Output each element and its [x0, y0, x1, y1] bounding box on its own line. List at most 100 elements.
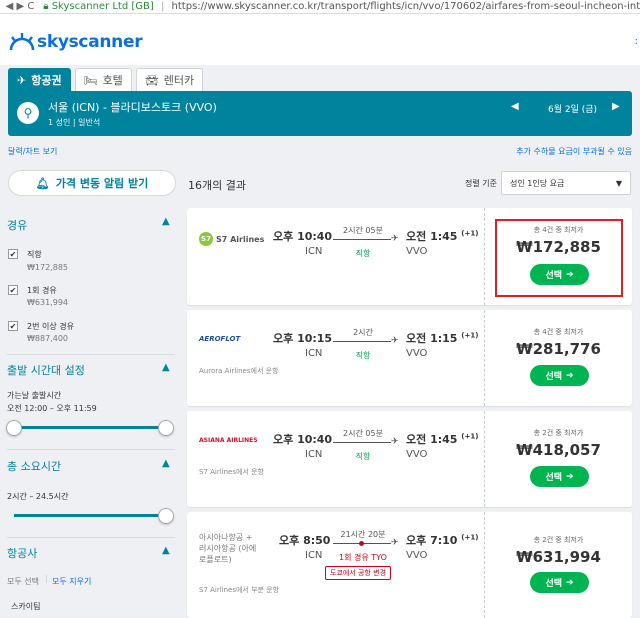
site-identity: Skyscanner Ltd [GB]	[51, 1, 154, 12]
arrival-code: VVO	[406, 348, 428, 359]
divider	[7, 354, 175, 355]
select-button[interactable]: 선택 ➔	[530, 466, 589, 487]
arrival-time: 오전 1:15 (+1)	[406, 330, 478, 346]
arrival-code: VVO	[406, 550, 428, 561]
nav-buttons[interactable]: ◀ ▶ C	[0, 0, 40, 13]
search-summary[interactable]: ⚲ 서울 (ICN) - 블라디보스토크 (VVO) 1 성인 | 일반석 ◀ …	[8, 91, 632, 136]
lock-icon: 🔒︎	[43, 1, 49, 12]
chevron-up-icon[interactable]: ▲	[162, 458, 170, 469]
arrow-right-icon: ➔	[566, 471, 574, 482]
chevron-up-icon[interactable]: ▲	[162, 545, 170, 556]
arrival-time-text: 오전 1:15	[406, 332, 458, 345]
checkbox-one-stop[interactable]: ✔	[8, 285, 18, 295]
airline-name: 아시아나항공 + 러시아항공 (아에로플로트)	[199, 533, 257, 564]
stops-option-label[interactable]: 2번 이상 경유	[27, 321, 74, 332]
select-button[interactable]: 선택 ➔	[530, 264, 589, 285]
prev-date-icon[interactable]: ◀	[511, 101, 519, 112]
airline-name: S7 Airlines	[216, 234, 265, 244]
results-count: 16개의 결과	[188, 179, 246, 192]
duration-range: 2시간 – 24.5시간	[7, 492, 69, 501]
airlines-filter-title[interactable]: 항공사	[7, 545, 37, 561]
s7-logo-icon: S7	[199, 232, 213, 246]
checkbox-two-plus-stops[interactable]: ✔	[8, 321, 18, 331]
fees-link[interactable]: 추가 수하물 요금이 부과될 수 있음	[516, 146, 632, 157]
arrival-time-text: 오후 7:10	[406, 534, 458, 547]
result-card[interactable]: AEROFLOT 오후 10:15 ICN 2시간 ✈ 직항 오전 1:15 (…	[187, 310, 632, 406]
plane-icon: ✈	[391, 437, 399, 447]
sort-label: 정렬 기준	[465, 179, 497, 188]
price: ₩418,057	[516, 441, 601, 459]
tab-label: 호텔	[102, 74, 123, 87]
chevron-up-icon[interactable]: ▲	[162, 216, 170, 227]
airline-alliance-label[interactable]: 스카이팀	[11, 601, 40, 612]
stops-info: 1회 경유 TYO	[339, 553, 387, 562]
search-date[interactable]: 6월 2일 (금)	[548, 102, 597, 115]
departure-time: 오후 10:40	[273, 230, 333, 243]
stops-option-price: ₩172,885	[27, 263, 68, 272]
calendar-chart-link[interactable]: 달력/차트 보기	[8, 146, 57, 157]
deals-count: 총 2건 중 최저가	[533, 536, 584, 544]
airport-change-warning: 도쿄에서 공항 변경	[325, 566, 391, 580]
arrow-right-icon: ➔	[566, 577, 574, 588]
tab-cars[interactable]: 🚘︎ 렌터카	[135, 68, 204, 91]
airline-name: ASIANA AIRLINES	[199, 437, 258, 444]
airline-logo: AEROFLOT	[199, 334, 240, 343]
card-divider	[484, 411, 485, 507]
departure-filter-title[interactable]: 출발 시간대 설정	[7, 362, 85, 378]
chevron-up-icon[interactable]: ▲	[162, 362, 170, 373]
airline-logo: ASIANA AIRLINES	[199, 435, 258, 444]
flight-duration: 2시간 05분	[343, 429, 383, 438]
arrival-time: 오전 1:45 (+1)	[406, 228, 478, 244]
arrival-time-text: 오전 1:45	[406, 433, 458, 446]
next-date-icon[interactable]: ▶	[612, 101, 620, 112]
stops-filter-title[interactable]: 경유	[7, 217, 27, 233]
result-card[interactable]: ASIANA AIRLINES 오후 10:40 ICN 2시간 05분 ✈ 직…	[187, 411, 632, 507]
tab-flights[interactable]: ✈ 항공권	[8, 68, 71, 91]
sunrise-icon	[9, 33, 35, 51]
vertical-tabs: ✈ 항공권 🛏︎ 호텔 🚘︎ 렌터카	[8, 68, 204, 91]
departure-code: ICN	[305, 348, 323, 359]
tab-label: 항공권	[31, 74, 62, 87]
slider-handle-max[interactable]	[158, 420, 174, 436]
operated-by: S7 Airlines에서 운항	[199, 468, 264, 476]
stops-info: 직항	[355, 351, 371, 360]
sort-select[interactable]: 성인 1인당 요금 ▼	[501, 171, 631, 195]
url-text[interactable]: https://www.skyscanner.co.kr/transport/f…	[172, 1, 640, 12]
select-all-link[interactable]: 모두 선택	[7, 576, 39, 587]
stops-option-label[interactable]: 1회 경유	[27, 285, 57, 296]
header-menu-edge[interactable]: :	[635, 36, 638, 47]
bell-icon: 🔔︎	[35, 176, 50, 190]
clear-all-link[interactable]: 모두 지우기	[52, 576, 91, 587]
select-button-label: 선택	[545, 473, 562, 483]
duration-slider-track[interactable]	[14, 514, 166, 517]
arrow-right-icon: ➔	[566, 269, 574, 280]
tab-hotels[interactable]: 🛏︎ 호텔	[74, 68, 132, 91]
select-button[interactable]: 선택 ➔	[530, 365, 589, 386]
arrival-code: VVO	[406, 449, 428, 460]
skyscanner-logo[interactable]: skyscanner	[8, 32, 143, 52]
departure-slider-track[interactable]	[14, 426, 166, 429]
result-card[interactable]: S7 S7 Airlines 오후 10:40 ICN 2시간 05분 ✈ 직항…	[187, 208, 632, 305]
slider-handle-max[interactable]	[158, 508, 174, 524]
flight-line	[333, 341, 391, 342]
stops-option-label[interactable]: 직항	[27, 249, 42, 260]
result-card[interactable]: 아시아나항공 + 러시아항공 (아에로플로트) 오후 8:50 ICN 21시간…	[187, 512, 632, 618]
search-icon[interactable]: ⚲	[17, 102, 39, 124]
price-alert-button[interactable]: 🔔︎ 가격 변동 알림 받기	[8, 170, 176, 196]
link-separator: |	[45, 574, 48, 583]
arrival-time: 오후 7:10 (+1)	[406, 532, 478, 548]
url-separator: |	[160, 1, 165, 12]
airline-name: AEROFLOT	[199, 335, 241, 343]
next-day-marker: (+1)	[461, 533, 479, 542]
price: ₩631,994	[516, 548, 601, 566]
slider-handle-min[interactable]	[6, 420, 22, 436]
plane-icon: ✈	[391, 538, 399, 548]
address-bar[interactable]: ◀ ▶ C 🔒︎ Skyscanner Ltd [GB] | https://w…	[0, 0, 640, 14]
duration-filter-title[interactable]: 총 소요시간	[7, 458, 61, 474]
search-passengers: 1 성인 | 일반석	[48, 118, 101, 127]
checkbox-direct[interactable]: ✔	[8, 249, 18, 259]
departure-range: 오전 12:00 – 오후 11:59	[7, 404, 97, 413]
select-button[interactable]: 선택 ➔	[530, 572, 589, 593]
deals-count: 총 4건 중 최저가	[533, 226, 584, 234]
price: ₩281,776	[516, 340, 601, 358]
